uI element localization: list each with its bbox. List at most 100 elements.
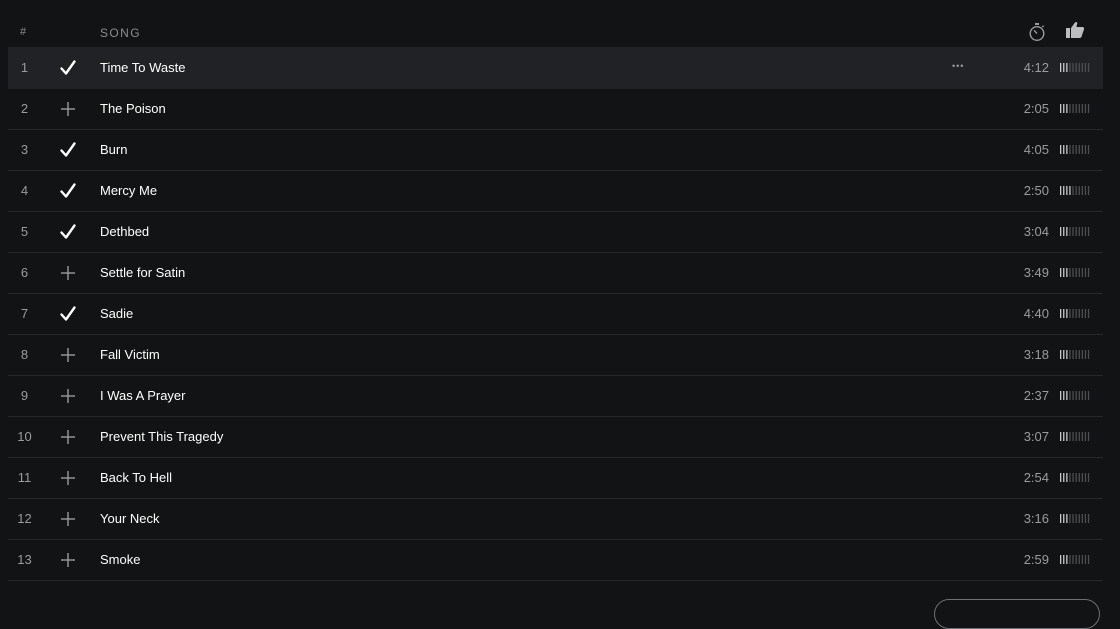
checkmark-icon[interactable]: [59, 223, 77, 241]
popularity-bar: [1081, 268, 1083, 277]
popularity-bar: [1066, 309, 1068, 318]
popularity-bar: [1078, 514, 1080, 523]
track-row[interactable]: 6 Settle for Satin 3:49: [8, 253, 1103, 294]
tracklist-header: # SONG: [8, 14, 1103, 48]
popularity-bar: [1072, 145, 1074, 154]
popularity-bar: [1060, 350, 1062, 359]
popularity-bar: [1063, 473, 1065, 482]
popularity-bar: [1069, 104, 1071, 113]
popularity-bar: [1066, 186, 1068, 195]
popularity-meter: [1060, 268, 1090, 277]
popularity-bar: [1066, 145, 1068, 154]
track-duration: 2:50: [1023, 183, 1049, 198]
track-row[interactable]: 11 Back To Hell 2:54: [8, 458, 1103, 499]
track-duration: 3:07: [1023, 429, 1049, 444]
popularity-bar: [1069, 391, 1071, 400]
popularity-bar: [1069, 309, 1071, 318]
popularity-bar: [1084, 514, 1087, 523]
track-duration: 2:37: [1023, 388, 1049, 403]
track-row[interactable]: 13 Smoke 2:59: [8, 540, 1103, 581]
track-row[interactable]: 3 Burn 4:05: [8, 130, 1103, 171]
popularity-bar: [1066, 350, 1068, 359]
popularity-bar: [1084, 350, 1087, 359]
popularity-bar: [1063, 555, 1065, 564]
popularity-bar: [1075, 350, 1077, 359]
popularity-bar: [1087, 514, 1090, 523]
popularity-bar: [1063, 145, 1065, 154]
track-row[interactable]: 5 Dethbed 3:04: [8, 212, 1103, 253]
plus-icon[interactable]: [59, 264, 77, 282]
plus-icon[interactable]: [59, 346, 77, 364]
track-row[interactable]: 9 I Was A Prayer 2:37: [8, 376, 1103, 417]
popularity-bar: [1078, 350, 1080, 359]
track-duration: 3:16: [1023, 511, 1049, 526]
track-number: 11: [17, 470, 32, 485]
plus-icon[interactable]: [59, 469, 77, 487]
popularity-bar: [1075, 473, 1077, 482]
track-row[interactable]: 10 Prevent This Tragedy 3:07: [8, 417, 1103, 458]
plus-icon[interactable]: [59, 100, 77, 118]
popularity-bar: [1063, 268, 1065, 277]
track-row[interactable]: 1 Time To Waste ••• 4:12: [8, 48, 1103, 89]
track-row[interactable]: 2 The Poison 2:05: [8, 89, 1103, 130]
popularity-bar: [1072, 309, 1074, 318]
plus-icon[interactable]: [59, 510, 77, 528]
popularity-bar: [1084, 432, 1087, 441]
popularity-bar: [1069, 514, 1071, 523]
track-duration: 3:04: [1023, 224, 1049, 239]
popularity-bar: [1069, 268, 1071, 277]
popularity-bar: [1066, 104, 1068, 113]
popularity-bar: [1084, 391, 1087, 400]
plus-icon[interactable]: [59, 387, 77, 405]
popularity-meter: [1060, 514, 1090, 523]
popularity-bar: [1072, 63, 1074, 72]
checkmark-icon[interactable]: [59, 59, 77, 77]
track-title: Prevent This Tragedy: [100, 429, 224, 444]
popularity-bar: [1078, 432, 1080, 441]
track-title: Your Neck: [100, 511, 160, 526]
popularity-bar: [1063, 350, 1065, 359]
popularity-meter: [1060, 473, 1090, 482]
thumbs-up-icon[interactable]: [1065, 21, 1085, 39]
stopwatch-icon[interactable]: [1028, 22, 1046, 42]
track-title: Time To Waste: [100, 60, 186, 75]
checkmark-icon[interactable]: [59, 182, 77, 200]
track-title: The Poison: [100, 101, 166, 116]
popularity-bar: [1072, 473, 1074, 482]
track-row[interactable]: 8 Fall Victim 3:18: [8, 335, 1103, 376]
popularity-bar: [1081, 145, 1083, 154]
popularity-bar: [1069, 63, 1071, 72]
popularity-bar: [1075, 555, 1077, 564]
popularity-bar: [1069, 145, 1071, 154]
track-row[interactable]: 12 Your Neck 3:16: [8, 499, 1103, 540]
more-options-icon[interactable]: •••: [952, 61, 964, 71]
popularity-bar: [1087, 555, 1090, 564]
popularity-meter: [1060, 104, 1090, 113]
popularity-bar: [1069, 350, 1071, 359]
checkmark-icon[interactable]: [59, 305, 77, 323]
checkmark-icon[interactable]: [59, 141, 77, 159]
track-row[interactable]: 4 Mercy Me 2:50: [8, 171, 1103, 212]
popularity-bar: [1078, 473, 1080, 482]
plus-icon[interactable]: [59, 551, 77, 569]
popularity-bar: [1060, 227, 1062, 236]
popularity-bar: [1060, 104, 1062, 113]
popularity-bar: [1063, 104, 1065, 113]
popularity-bar: [1081, 555, 1083, 564]
popularity-bar: [1060, 473, 1062, 482]
popularity-meter: [1060, 309, 1090, 318]
popularity-bar: [1075, 391, 1077, 400]
popularity-bar: [1087, 145, 1090, 154]
header-number[interactable]: #: [20, 26, 27, 38]
track-duration: 4:05: [1023, 142, 1049, 157]
popularity-bar: [1060, 514, 1062, 523]
track-row[interactable]: 7 Sadie 4:40: [8, 294, 1103, 335]
plus-icon[interactable]: [59, 428, 77, 446]
header-song[interactable]: SONG: [100, 26, 141, 40]
popularity-bar: [1069, 227, 1071, 236]
popularity-bar: [1066, 555, 1068, 564]
popularity-bar: [1060, 145, 1062, 154]
popularity-bar: [1060, 268, 1062, 277]
track-number: 6: [20, 265, 29, 280]
track-number: 1: [20, 60, 29, 75]
